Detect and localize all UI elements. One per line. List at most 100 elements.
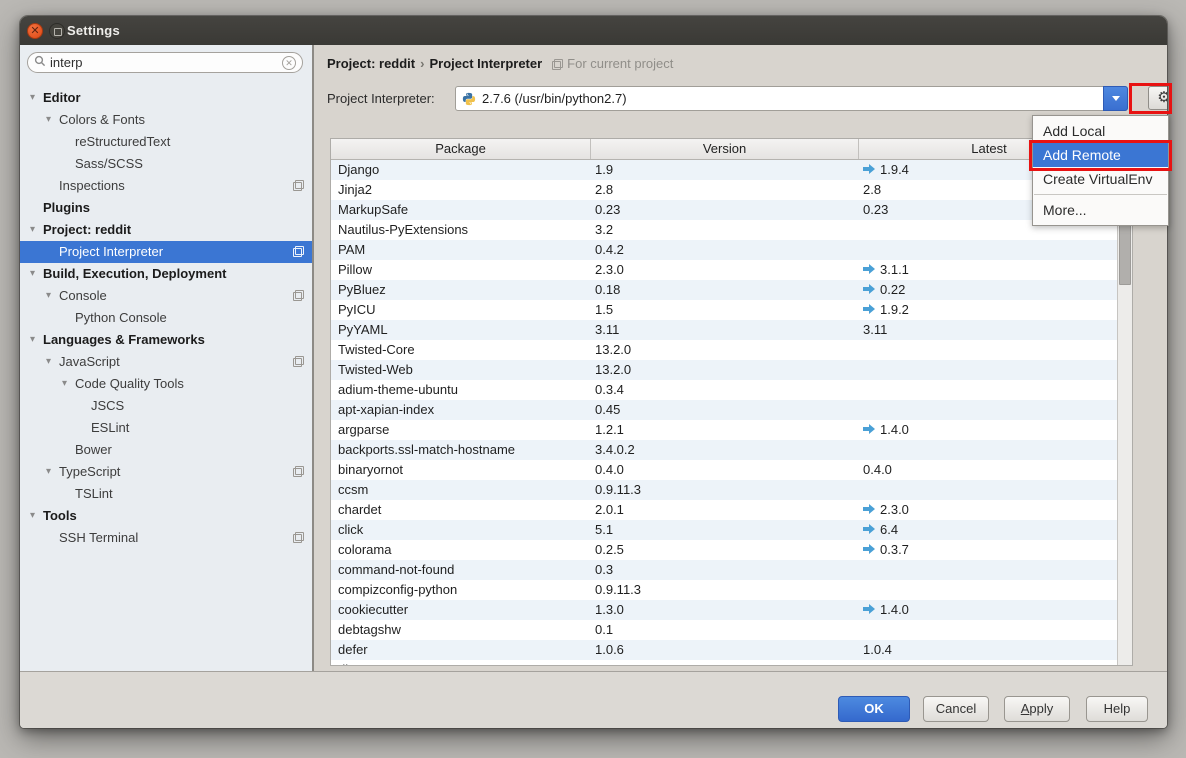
- interpreter-combobox[interactable]: 2.7.6 (/usr/bin/python2.7): [455, 86, 1128, 111]
- sidebar-item-project-reddit[interactable]: ▾Project: reddit: [20, 219, 312, 241]
- tree-toggle-icon[interactable]: ▾: [30, 505, 43, 527]
- sidebar-item-project-interpreter[interactable]: Project Interpreter: [20, 241, 312, 263]
- table-row[interactable]: MarkupSafe0.230.23: [331, 200, 1119, 220]
- table-row[interactable]: PAM0.4.2: [331, 240, 1119, 260]
- sidebar-item-eslint[interactable]: ESLint: [20, 417, 312, 439]
- overridden-icon: [293, 532, 304, 543]
- tree-toggle-icon[interactable]: ▾: [62, 373, 75, 395]
- sidebar-item-ssh-terminal[interactable]: SSH Terminal: [20, 527, 312, 549]
- cell-latest: [859, 480, 1119, 500]
- sidebar-item-jscs[interactable]: JSCS: [20, 395, 312, 417]
- sidebar-item-javascript[interactable]: ▾JavaScript: [20, 351, 312, 373]
- cell-package: compizconfig-python: [331, 580, 591, 600]
- tree-toggle-icon[interactable]: ▾: [46, 461, 59, 483]
- cell-version: 5.1: [591, 520, 859, 540]
- table-row[interactable]: command-not-found0.3: [331, 560, 1119, 580]
- chevron-down-icon[interactable]: [1103, 86, 1128, 111]
- sidebar-item-build-execution-deployment[interactable]: ▾Build, Execution, Deployment: [20, 263, 312, 285]
- sidebar-item-editor[interactable]: ▾Editor: [20, 87, 312, 109]
- sidebar-item-tools[interactable]: ▾Tools: [20, 505, 312, 527]
- latest-value: 1.0.4: [863, 640, 892, 660]
- table-row[interactable]: defer1.0.61.0.4: [331, 640, 1119, 660]
- table-row[interactable]: colorama0.2.50.3.7: [331, 540, 1119, 560]
- sidebar-item-console[interactable]: ▾Console: [20, 285, 312, 307]
- menu-item-more-[interactable]: More...: [1033, 198, 1168, 222]
- sidebar-item-typescript[interactable]: ▾TypeScript: [20, 461, 312, 483]
- table-row[interactable]: Jinja22.82.8: [331, 180, 1119, 200]
- table-row[interactable]: debtagshw0.1: [331, 620, 1119, 640]
- tree-toggle-icon[interactable]: ▾: [30, 263, 43, 285]
- close-icon[interactable]: ✕: [27, 23, 43, 39]
- tree-toggle-icon[interactable]: ▾: [46, 285, 59, 307]
- clear-search-icon[interactable]: ✕: [282, 56, 296, 70]
- titlebar[interactable]: ✕ Settings: [20, 16, 1167, 45]
- table-row[interactable]: binaryornot0.4.00.4.0: [331, 460, 1119, 480]
- cell-package: colorama: [331, 540, 591, 560]
- breadcrumb-separator: ›: [415, 56, 429, 71]
- cell-version: 1.0.6: [591, 640, 859, 660]
- sidebar-item-restructuredtext[interactable]: reStructuredText: [20, 131, 312, 153]
- table-row[interactable]: Nautilus-PyExtensions3.2: [331, 220, 1119, 240]
- sidebar-item-label: SSH Terminal: [59, 530, 138, 545]
- sidebar-item-colors-fonts[interactable]: ▾Colors & Fonts: [20, 109, 312, 131]
- sidebar-item-languages-frameworks[interactable]: ▾Languages & Frameworks: [20, 329, 312, 351]
- table-row[interactable]: Twisted-Core13.2.0: [331, 340, 1119, 360]
- cell-package: argparse: [331, 420, 591, 440]
- table-row[interactable]: dirspec13.1013.08: [331, 660, 1119, 665]
- table-row[interactable]: adium-theme-ubuntu0.3.4: [331, 380, 1119, 400]
- tree-toggle-icon[interactable]: ▾: [30, 87, 43, 109]
- apply-button[interactable]: Apply: [1004, 696, 1070, 722]
- sidebar-item-label: JSCS: [91, 398, 124, 413]
- cell-package: backports.ssl-match-hostname: [331, 440, 591, 460]
- settings-sidebar: interp ✕ ▾Editor▾Colors & FontsreStructu…: [20, 45, 314, 672]
- help-button[interactable]: Help: [1086, 696, 1148, 722]
- cell-latest: 1.9.2: [859, 300, 1119, 320]
- table-row[interactable]: cookiecutter1.3.01.4.0: [331, 600, 1119, 620]
- table-row[interactable]: Pillow2.3.03.1.1: [331, 260, 1119, 280]
- table-row[interactable]: PyYAML3.113.11: [331, 320, 1119, 340]
- upgrade-arrow-icon: [863, 160, 875, 180]
- menu-item-create-virtualenv[interactable]: Create VirtualEnv: [1033, 167, 1168, 191]
- tree-toggle-icon[interactable]: ▾: [46, 109, 59, 131]
- packages-table-header[interactable]: PackageVersionLatest: [331, 139, 1119, 160]
- gear-icon[interactable]: ⚙: [1148, 86, 1167, 110]
- sidebar-item-code-quality-tools[interactable]: ▾Code Quality Tools: [20, 373, 312, 395]
- menu-item-add-remote[interactable]: Add Remote: [1033, 143, 1168, 167]
- cell-package: dirspec: [331, 660, 591, 665]
- search-input[interactable]: interp ✕: [27, 52, 303, 73]
- upgrade-arrow-icon: [863, 260, 875, 280]
- tree-toggle-icon[interactable]: ▾: [30, 329, 43, 351]
- gear-dropdown-menu: Add LocalAdd RemoteCreate VirtualEnv More…: [1032, 115, 1169, 226]
- menu-item-add-local[interactable]: Add Local: [1033, 119, 1168, 143]
- table-row[interactable]: Twisted-Web13.2.0: [331, 360, 1119, 380]
- column-header-version[interactable]: Version: [591, 139, 859, 159]
- table-row[interactable]: PyBluez0.180.22: [331, 280, 1119, 300]
- table-row[interactable]: click5.16.4: [331, 520, 1119, 540]
- overridden-icon: [293, 246, 304, 257]
- cell-version: 1.5: [591, 300, 859, 320]
- table-row[interactable]: compizconfig-python0.9.11.3: [331, 580, 1119, 600]
- sidebar-item-sass-scss[interactable]: Sass/SCSS: [20, 153, 312, 175]
- sidebar-item-plugins[interactable]: Plugins: [20, 197, 312, 219]
- table-row[interactable]: PyICU1.51.9.2: [331, 300, 1119, 320]
- cell-version: 2.0.1: [591, 500, 859, 520]
- sidebar-item-tslint[interactable]: TSLint: [20, 483, 312, 505]
- sidebar-item-bower[interactable]: Bower: [20, 439, 312, 461]
- table-row[interactable]: backports.ssl-match-hostname3.4.0.2: [331, 440, 1119, 460]
- table-row[interactable]: Django1.91.9.4: [331, 160, 1119, 180]
- tree-toggle-icon[interactable]: ▾: [46, 351, 59, 373]
- column-header-package[interactable]: Package: [331, 139, 591, 159]
- maximize-icon[interactable]: [49, 23, 65, 39]
- cancel-button[interactable]: Cancel: [923, 696, 989, 722]
- table-row[interactable]: chardet2.0.12.3.0: [331, 500, 1119, 520]
- tree-toggle-icon[interactable]: ▾: [30, 219, 43, 241]
- table-row[interactable]: argparse1.2.11.4.0: [331, 420, 1119, 440]
- sidebar-item-python-console[interactable]: Python Console: [20, 307, 312, 329]
- table-row[interactable]: apt-xapian-index0.45: [331, 400, 1119, 420]
- latest-value: 2.3.0: [880, 500, 909, 520]
- latest-value: 6.4: [880, 520, 898, 540]
- table-row[interactable]: ccsm0.9.11.3: [331, 480, 1119, 500]
- cell-latest: [859, 240, 1119, 260]
- sidebar-item-inspections[interactable]: Inspections: [20, 175, 312, 197]
- ok-button[interactable]: OK: [838, 696, 910, 722]
